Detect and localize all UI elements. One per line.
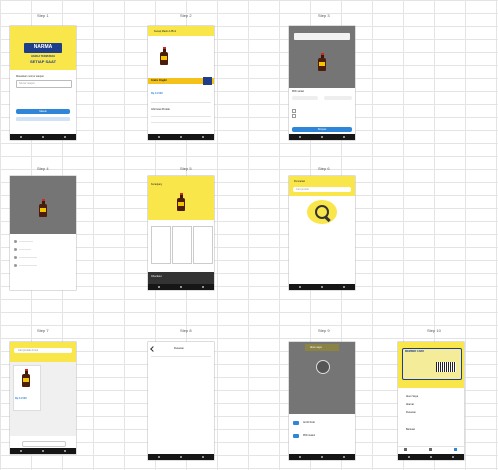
step-label-1: Step 1	[37, 13, 49, 18]
filter-bar[interactable]	[22, 441, 66, 447]
step-label-8: Step 8	[180, 328, 192, 333]
checkbox[interactable]	[292, 114, 296, 118]
option-label	[19, 257, 37, 258]
screen-step-3: Pilih varian Simpan	[289, 26, 355, 140]
product-header-title: Kecap Manis 135ml	[154, 30, 176, 33]
option-label	[19, 249, 31, 250]
cart-icon[interactable]	[429, 448, 432, 451]
login-prompt: Masukkan nomor telepon	[16, 75, 45, 78]
product-price: Rp 14.500	[15, 397, 27, 400]
step-label-9: Step 9	[318, 328, 330, 333]
menu-item[interactable]: Pesanan	[406, 411, 416, 415]
system-nav-bar	[148, 134, 214, 140]
search-input-placeholder: Cari produk	[296, 188, 309, 191]
radio-option[interactable]	[14, 240, 17, 243]
variant-chip[interactable]	[292, 96, 318, 100]
screen-step-10: MEMBER CARD Akun Saya Alamat Pesanan Ban…	[398, 342, 464, 460]
checkout-button[interactable]: Checkout	[151, 275, 162, 279]
screen-step-9: Akun saya Ambil Foto Pilih Galeri	[289, 342, 355, 460]
step-label-10: Step 10	[427, 328, 441, 333]
tagline-top: HARGA TERMURAH	[30, 55, 56, 58]
screen-step-8: Pesanan	[148, 342, 214, 460]
system-nav-bar	[289, 134, 355, 140]
step-label-6: Step 6	[318, 166, 330, 171]
barcode	[436, 362, 456, 372]
search-header	[289, 176, 355, 196]
screen-step-6: Pencarian Cari produk	[289, 176, 355, 290]
product-image	[318, 52, 326, 71]
product-image	[177, 192, 185, 211]
product-info-heading: Informasi Produk	[151, 108, 170, 111]
system-nav-bar	[10, 134, 76, 140]
divider	[151, 356, 211, 357]
option-label	[19, 241, 33, 242]
phone-input-placeholder: Nomor telepon	[19, 81, 36, 85]
take-photo-option[interactable]: Ambil Foto	[303, 421, 315, 425]
screen-step-4	[10, 176, 76, 290]
home-icon[interactable]	[404, 448, 407, 451]
menu-item[interactable]: Alamat	[406, 403, 414, 407]
secondary-button[interactable]	[16, 117, 70, 121]
screen-step-5: Keranjang Checkout	[148, 176, 214, 290]
cart-card[interactable]	[193, 226, 213, 264]
radio-option[interactable]	[14, 256, 17, 259]
menu-item[interactable]: Bantuan	[406, 428, 415, 432]
screen-step-2: Kecap Manis 135ml Gratis Ongkir Rp 14.50…	[148, 26, 214, 140]
search-input-text: Cari produk di sini	[18, 349, 39, 352]
search-header-title: Pencarian	[294, 180, 306, 183]
radio-option[interactable]	[14, 248, 17, 251]
avatar[interactable]	[316, 360, 330, 374]
back-arrow-icon[interactable]	[150, 346, 156, 352]
brand-name: NARMA	[33, 44, 53, 50]
gallery-icon	[293, 434, 299, 438]
promo-badge	[203, 77, 212, 85]
variant-chip[interactable]	[324, 96, 352, 100]
divider	[151, 122, 211, 123]
product-image	[160, 46, 168, 65]
profile-icon[interactable]	[454, 448, 457, 451]
member-card-title: MEMBER CARD	[405, 350, 425, 353]
camera-icon	[293, 421, 299, 425]
tagline-bottom: SETIAP SAAT	[29, 59, 57, 64]
product-image	[22, 368, 30, 387]
screen-step-1: NARMA HARGA TERMURAH SETIAP SAAT Masukka…	[10, 26, 76, 140]
tabbar-divider	[398, 446, 464, 447]
radio-option[interactable]	[14, 264, 17, 267]
option-label	[19, 265, 37, 266]
screen-step-7: Cari produk di sini Rp 14.500	[10, 342, 76, 454]
orders-title: Pesanan	[174, 347, 184, 350]
gallery-option[interactable]: Pilih Galeri	[303, 434, 315, 438]
dimmed-backdrop	[289, 342, 355, 414]
product-image	[39, 198, 47, 217]
system-nav-bar	[289, 284, 355, 290]
step-label-2: Step 2	[180, 13, 192, 18]
step-label-5: Step 5	[180, 166, 192, 171]
step-label-3: Step 3	[318, 13, 330, 18]
divider	[151, 116, 211, 117]
system-nav-bar	[10, 448, 76, 454]
system-nav-bar	[398, 454, 464, 460]
login-button[interactable]: Masuk	[16, 109, 70, 114]
promo-text: Gratis Ongkir	[151, 79, 167, 82]
cart-card[interactable]	[172, 226, 192, 264]
cart-title: Keranjang	[151, 183, 163, 186]
checkbox[interactable]	[292, 109, 296, 113]
step-label-7: Step 7	[37, 328, 49, 333]
search-bar[interactable]	[294, 33, 350, 40]
divider	[151, 102, 211, 103]
save-button[interactable]: Simpan	[292, 127, 352, 132]
system-nav-bar	[148, 454, 214, 460]
product-price: Rp 14.500	[151, 92, 163, 95]
cart-card[interactable]	[151, 226, 171, 264]
variant-label: Pilih varian	[292, 90, 305, 93]
menu-item[interactable]: Akun Saya	[406, 395, 418, 399]
system-nav-bar	[289, 454, 355, 460]
profile-header-title: Akun saya	[310, 346, 322, 349]
system-nav-bar	[148, 284, 214, 290]
step-label-4: Step 4	[37, 166, 49, 171]
